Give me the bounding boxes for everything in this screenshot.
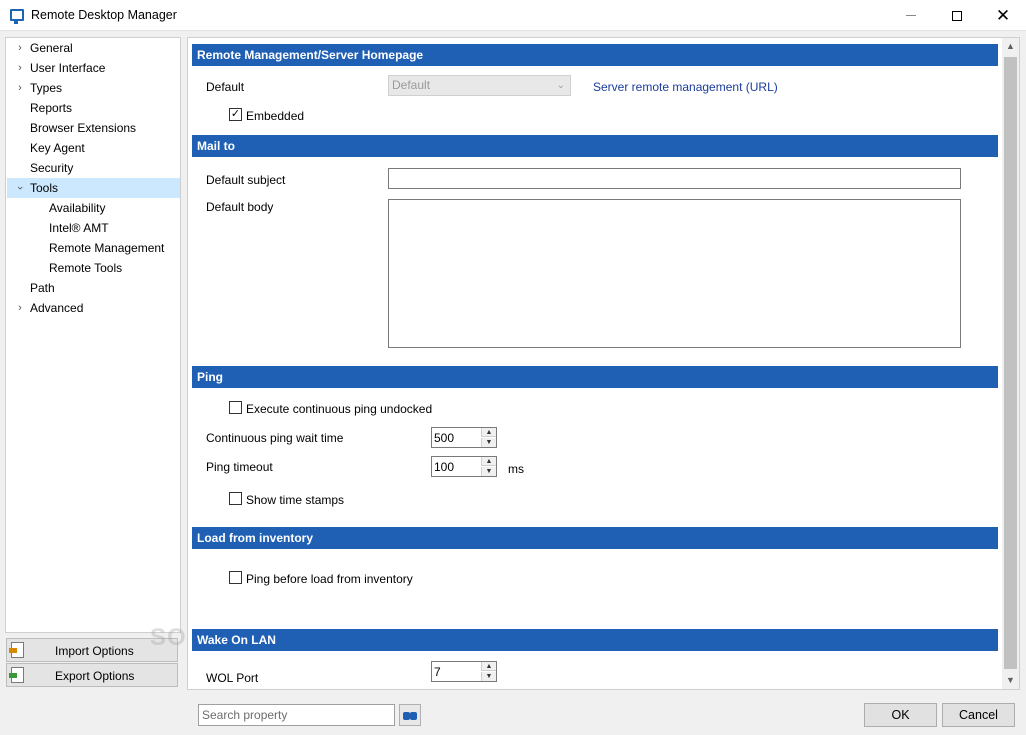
- export-icon: [9, 667, 24, 683]
- embedded-checkbox[interactable]: ✓: [229, 108, 242, 121]
- chevron-down-icon: ⌄: [556, 80, 565, 91]
- tree-item-advanced[interactable]: › Advanced: [7, 298, 180, 318]
- ping-wait-time-value: 500: [434, 431, 455, 445]
- tree-item-user-interface[interactable]: › User Interface: [7, 58, 180, 78]
- search-property-input[interactable]: Search property: [198, 704, 395, 726]
- chevron-right-icon[interactable]: ›: [15, 58, 25, 78]
- wol-port-value: 7: [434, 665, 441, 679]
- wol-port-label: WOL Port: [206, 671, 259, 685]
- tree-item-security[interactable]: Security: [7, 158, 180, 178]
- title-bar: Remote Desktop Manager ✕: [0, 0, 1026, 31]
- tree-item-label: Security: [30, 161, 74, 175]
- tree-item-reports[interactable]: Reports: [7, 98, 180, 118]
- chevron-right-icon[interactable]: ›: [15, 78, 25, 98]
- tree-item-label: Path: [30, 281, 55, 295]
- close-button[interactable]: ✕: [980, 0, 1026, 31]
- chevron-right-icon[interactable]: ›: [15, 298, 25, 318]
- continuous-ping-checkbox[interactable]: [229, 401, 242, 414]
- section-header-mail-to: Mail to: [192, 135, 998, 157]
- scrollbar-thumb[interactable]: [1004, 57, 1017, 669]
- minimize-icon: [906, 15, 916, 16]
- tree-item-label: Key Agent: [30, 141, 85, 155]
- spin-up-icon[interactable]: ▲: [481, 662, 496, 671]
- ping-timeout-value: 100: [434, 460, 455, 474]
- chevron-down-icon[interactable]: ›: [10, 183, 30, 193]
- ok-button[interactable]: OK: [864, 703, 937, 727]
- ping-timeout-stepper[interactable]: 100 ▲ ▼: [431, 456, 497, 477]
- tree-item-label: General: [30, 41, 73, 55]
- tree-item-general[interactable]: › General: [7, 38, 180, 58]
- scroll-up-icon[interactable]: ▲: [1002, 38, 1019, 55]
- minimize-button[interactable]: [888, 0, 934, 31]
- default-body-textarea[interactable]: [388, 199, 961, 348]
- tree-item-label: Reports: [30, 101, 73, 115]
- tree-item-remote-tools[interactable]: Remote Tools: [7, 258, 180, 278]
- show-time-stamps-checkbox[interactable]: [229, 492, 242, 505]
- section-header-wake-on-lan: Wake On LAN: [192, 629, 998, 651]
- ping-wait-time-label: Continuous ping wait time: [206, 431, 344, 445]
- tree-item-label: Availability: [49, 201, 106, 215]
- tree-item-label: Types: [30, 81, 63, 95]
- window-title: Remote Desktop Manager: [31, 8, 177, 22]
- import-icon: [9, 642, 24, 658]
- tree-item-tools[interactable]: › Tools: [7, 178, 180, 198]
- default-subject-label: Default subject: [206, 173, 286, 187]
- settings-panel: Remote Management/Server Homepage Defaul…: [187, 37, 1020, 690]
- embedded-label: Embedded: [246, 109, 305, 123]
- default-dropdown-value: Default: [392, 78, 431, 92]
- spin-down-icon[interactable]: ▼: [481, 672, 496, 681]
- tree-item-label: Remote Tools: [49, 261, 123, 275]
- export-options-label: Export Options: [55, 669, 135, 683]
- spin-up-icon[interactable]: ▲: [481, 428, 496, 437]
- server-remote-management-link[interactable]: Server remote management (URL): [593, 80, 778, 94]
- tree-item-label: Browser Extensions: [30, 121, 137, 135]
- section-header-ping: Ping: [192, 366, 998, 388]
- maximize-icon: [952, 10, 962, 21]
- tree-item-label: Tools: [30, 181, 59, 195]
- show-time-stamps-label: Show time stamps: [246, 493, 345, 507]
- settings-tree: › General › User Interface › Types Reports …: [5, 37, 181, 633]
- section-header-load-from-inventory: Load from inventory: [192, 527, 998, 549]
- tree-item-intel-amt[interactable]: Intel® AMT: [7, 218, 180, 238]
- spin-down-icon[interactable]: ▼: [481, 467, 496, 476]
- ping-timeout-unit: ms: [508, 462, 524, 476]
- tree-item-label: Remote Management: [49, 241, 165, 255]
- tree-item-label: Advanced: [30, 301, 84, 315]
- default-body-label: Default body: [206, 200, 274, 214]
- tree-item-availability[interactable]: Availability: [7, 198, 180, 218]
- ping-wait-time-stepper[interactable]: 500 ▲ ▼: [431, 427, 497, 448]
- ping-timeout-label: Ping timeout: [206, 460, 273, 474]
- tree-item-path[interactable]: Path: [7, 278, 180, 298]
- ping-before-load-checkbox[interactable]: [229, 571, 242, 584]
- cancel-button[interactable]: Cancel: [942, 703, 1015, 727]
- export-options-button[interactable]: Export Options: [6, 663, 178, 687]
- import-options-label: Import Options: [55, 644, 134, 658]
- spin-down-icon[interactable]: ▼: [481, 438, 496, 447]
- binoculars-search-icon[interactable]: [399, 704, 421, 726]
- scroll-down-icon[interactable]: ▼: [1002, 672, 1019, 689]
- continuous-ping-label: Execute continuous ping undocked: [246, 402, 433, 416]
- close-icon: ✕: [995, 6, 1011, 25]
- default-subject-input[interactable]: [388, 168, 961, 189]
- spin-up-icon[interactable]: ▲: [481, 457, 496, 466]
- maximize-button[interactable]: [934, 0, 980, 31]
- wol-port-stepper[interactable]: 7 ▲ ▼: [431, 661, 497, 682]
- app-monitor-icon: [10, 9, 24, 24]
- tree-item-label: User Interface: [30, 61, 106, 75]
- tree-item-browser-extensions[interactable]: Browser Extensions: [7, 118, 180, 138]
- vertical-scrollbar[interactable]: ▲ ▼: [1002, 38, 1019, 689]
- default-dropdown[interactable]: Default ⌄: [388, 75, 571, 96]
- tree-item-types[interactable]: › Types: [7, 78, 180, 98]
- section-header-remote-management: Remote Management/Server Homepage: [192, 44, 998, 66]
- tree-item-remote-management[interactable]: Remote Management: [7, 238, 180, 258]
- tree-item-label: Intel® AMT: [49, 221, 109, 235]
- ping-before-load-label: Ping before load from inventory: [246, 572, 413, 586]
- tree-item-key-agent[interactable]: Key Agent: [7, 138, 180, 158]
- chevron-right-icon[interactable]: ›: [15, 38, 25, 58]
- default-label: Default: [206, 80, 245, 94]
